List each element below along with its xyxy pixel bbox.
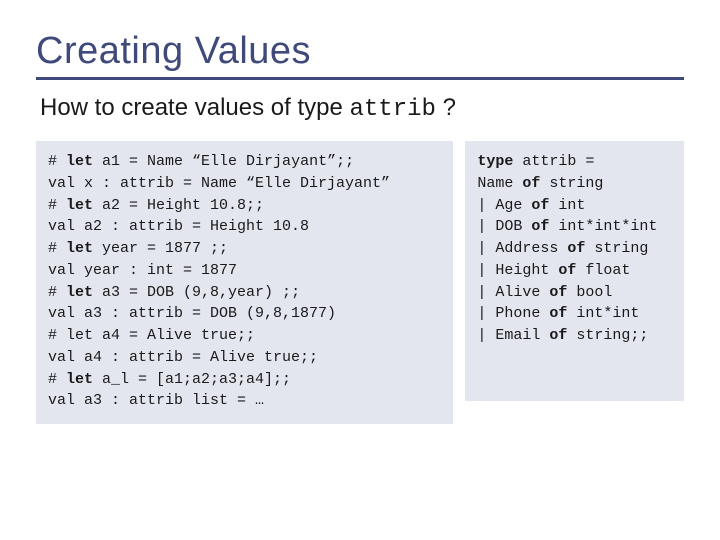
code-line: # let a3 = DOB (9,8,year) ;; — [48, 282, 441, 304]
code-line: # let a4 = Alive true;; — [48, 325, 441, 347]
code-line: val a4 : attrib = Alive true;; — [48, 347, 441, 369]
subtitle-prefix: How to create values of type — [40, 94, 350, 121]
left-code-box: # let a1 = Name “Elle Dirjayant”;; val x… — [36, 141, 453, 424]
code-line: val year : int = 1877 — [48, 260, 441, 282]
code-line: | Alive of bool — [477, 282, 672, 304]
right-code-box: type attrib = Name of string | Age of in… — [465, 141, 684, 401]
slide-title: Creating Values — [36, 30, 684, 73]
code-line: # let a_l = [a1;a2;a3;a4];; — [48, 369, 441, 391]
code-line: | Phone of int*int — [477, 303, 672, 325]
code-line: val a3 : attrib = DOB (9,8,1877) — [48, 303, 441, 325]
code-line: # let a1 = Name “Elle Dirjayant”;; — [48, 151, 441, 173]
title-underline — [36, 77, 684, 80]
code-line: # let year = 1877 ;; — [48, 238, 441, 260]
subtitle-code: attrib — [350, 96, 436, 123]
code-line: | Age of int — [477, 195, 672, 217]
code-line: | Email of string;; — [477, 325, 672, 347]
code-line: | Height of float — [477, 260, 672, 282]
code-line: val x : attrib = Name “Elle Dirjayant” — [48, 173, 441, 195]
code-line: | Address of string — [477, 238, 672, 260]
code-line: Name of string — [477, 173, 672, 195]
code-line: val a2 : attrib = Height 10.8 — [48, 216, 441, 238]
code-line: # let a2 = Height 10.8;; — [48, 195, 441, 217]
code-line: type attrib = — [477, 151, 672, 173]
code-line: | DOB of int*int*int — [477, 216, 672, 238]
slide: Creating Values How to create values of … — [0, 0, 720, 540]
code-line: val a3 : attrib list = … — [48, 390, 441, 412]
columns: # let a1 = Name “Elle Dirjayant”;; val x… — [36, 141, 684, 424]
subtitle-suffix: ? — [436, 94, 456, 121]
subtitle: How to create values of type attrib ? — [40, 94, 684, 123]
